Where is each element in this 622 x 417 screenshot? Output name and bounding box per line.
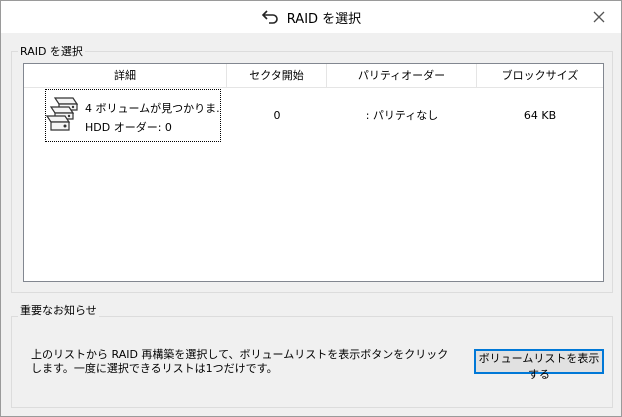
back-arrow-icon xyxy=(261,10,278,24)
raid-list[interactable]: 詳細 セクタ開始 パリティオーダー ブロックサイズ 4 ボリュームが見つかりま.… xyxy=(23,63,604,282)
column-header-sector-start[interactable]: セクタ開始 xyxy=(227,64,327,87)
title-bar: RAID を選択 xyxy=(1,1,621,33)
parity-order-value: : パリティなし xyxy=(365,109,439,122)
sector-start-value: 0 xyxy=(273,109,281,122)
notice-group-label: 重要なお知らせ xyxy=(18,302,99,318)
table-row[interactable]: 4 ボリュームが見つかりま... HDD オーダー: 0 0 : パリティなし … xyxy=(24,88,603,144)
volume-count-text: 4 ボリュームが見つかりま... xyxy=(85,102,220,115)
block-size-value: 64 KB xyxy=(523,109,557,122)
show-volume-list-button[interactable]: ボリュームリストを表示する xyxy=(474,349,604,381)
close-icon[interactable] xyxy=(591,9,607,25)
list-header: 詳細 セクタ開始 パリティオーダー ブロックサイズ xyxy=(24,64,603,88)
raid-group-label: RAID を選択 xyxy=(18,43,85,59)
column-header-parity-order[interactable]: パリティオーダー xyxy=(327,64,477,87)
title-wrap: RAID を選択 xyxy=(1,1,621,33)
hdd-order-text: HDD オーダー: 0 xyxy=(85,121,172,134)
column-header-block-size[interactable]: ブロックサイズ xyxy=(477,64,603,87)
hdd-stack-icon xyxy=(46,97,79,131)
dialog-title: RAID を選択 xyxy=(286,11,362,27)
raid-select-dialog: RAID を選択 RAID を選択 詳細 セクタ開始 パリティオーダー ブロック… xyxy=(0,0,622,417)
column-header-detail[interactable]: 詳細 xyxy=(24,64,227,87)
notice-text: 上のリストから RAID 再構築を選択して、ボリュームリストを表示ボタンをクリッ… xyxy=(31,348,449,375)
row-detail-cell[interactable]: 4 ボリュームが見つかりま... HDD オーダー: 0 xyxy=(45,89,221,142)
